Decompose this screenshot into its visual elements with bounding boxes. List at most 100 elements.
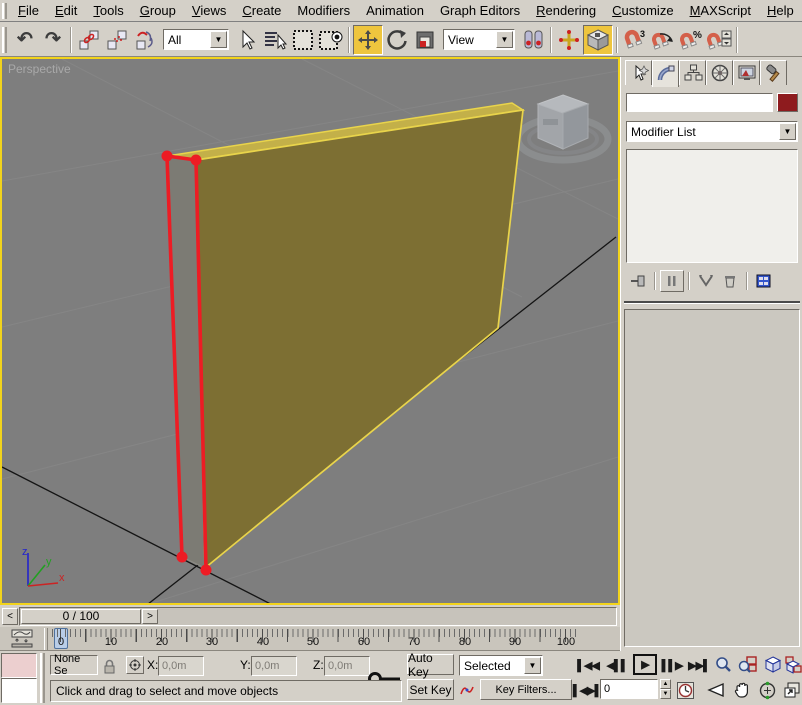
vertex-handle[interactable] — [201, 565, 212, 576]
absolute-offset-toggle[interactable] — [126, 656, 144, 674]
y-coordinate-field[interactable]: 0,0m — [251, 656, 297, 676]
make-unique-button[interactable] — [694, 270, 718, 292]
configure-modifier-sets-button[interactable] — [752, 270, 776, 292]
track-bar[interactable]: 0 10 20 30 40 50 60 70 80 90 100 — [0, 627, 620, 651]
wall-object[interactable] — [167, 103, 523, 568]
status-splitter[interactable] — [40, 653, 45, 703]
modifier-list-dropdown[interactable]: Modifier List ▼ — [626, 121, 798, 142]
rectangular-selection-region-button[interactable] — [289, 26, 317, 54]
viewcube[interactable] — [518, 95, 608, 160]
z-coordinate-field[interactable]: 0,0m — [324, 656, 370, 676]
menu-graph-editors[interactable]: Graph Editors — [432, 1, 528, 20]
set-key-button[interactable]: Set Key — [407, 679, 454, 700]
x-coordinate-field[interactable]: 0,0m — [158, 656, 204, 676]
dropdown-arrow-icon[interactable]: ▼ — [210, 31, 227, 48]
vertex-handle[interactable] — [191, 155, 202, 166]
menu-views[interactable]: Views — [184, 1, 234, 20]
menu-maxscript[interactable]: MAXScript — [682, 1, 759, 20]
tab-display[interactable] — [733, 60, 760, 85]
go-to-end-button[interactable]: ▶▶▌ — [687, 656, 711, 674]
selection-lock-toggle[interactable] — [101, 657, 117, 675]
select-and-scale-button[interactable] — [411, 26, 439, 54]
menu-rendering[interactable]: Rendering — [528, 1, 604, 20]
open-mini-curve-editor-button[interactable] — [4, 629, 40, 649]
maxscript-mini-listener[interactable] — [1, 678, 37, 703]
auto-key-button[interactable]: Auto Key — [407, 654, 454, 675]
spinner-snap-button[interactable] — [705, 26, 733, 54]
select-and-rotate-button[interactable] — [383, 26, 411, 54]
object-color-swatch[interactable] — [777, 93, 798, 112]
time-slider-track[interactable]: 0 / 100 > — [19, 607, 617, 626]
min-max-toggle-button[interactable] — [781, 680, 802, 700]
snap-toggle-3d-button[interactable]: 3 — [621, 26, 649, 54]
menu-create[interactable]: Create — [234, 1, 289, 20]
vertex-handle[interactable] — [162, 151, 173, 162]
window-crossing-toggle-button[interactable] — [317, 26, 345, 54]
select-and-move-button[interactable] — [353, 25, 383, 55]
select-and-manipulate-button[interactable] — [555, 26, 583, 54]
menu-file[interactable]: File — [10, 1, 47, 20]
remove-modifier-button[interactable] — [718, 270, 742, 292]
field-of-view-button[interactable] — [706, 680, 728, 700]
menu-tools[interactable]: Tools — [85, 1, 131, 20]
dropdown-arrow-icon[interactable]: ▼ — [496, 31, 513, 48]
select-and-link-button[interactable] — [75, 26, 103, 54]
unlink-selection-button[interactable] — [103, 26, 131, 54]
select-object-button[interactable] — [233, 26, 261, 54]
selection-filter-dropdown[interactable]: All ▼ — [163, 29, 229, 50]
go-to-start-button[interactable]: ▌◀◀ — [576, 656, 600, 674]
percent-snap-button[interactable]: % — [677, 26, 705, 54]
object-name-field[interactable] — [626, 93, 773, 112]
next-frame-button[interactable]: ▌▌▶ — [661, 656, 683, 674]
menu-grip[interactable] — [2, 3, 7, 19]
menu-customize[interactable]: Customize — [604, 1, 681, 20]
viewport-name-label[interactable]: Perspective — [8, 62, 71, 76]
time-configuration-button[interactable] — [675, 680, 695, 700]
show-end-result-button[interactable] — [660, 270, 684, 292]
zoom-extents-all-button[interactable] — [785, 655, 802, 675]
play-button[interactable]: ▶ — [633, 654, 657, 675]
vertex-handle[interactable] — [177, 552, 188, 563]
dropdown-arrow-icon[interactable]: ▼ — [524, 657, 541, 674]
menu-modifiers[interactable]: Modifiers — [289, 1, 358, 20]
menu-animation[interactable]: Animation — [358, 1, 432, 20]
menu-group[interactable]: Group — [132, 1, 184, 20]
tab-utilities[interactable] — [760, 60, 787, 85]
next-frame-arrow[interactable]: > — [142, 609, 158, 624]
tab-modify[interactable] — [652, 60, 679, 87]
use-center-flyout-button[interactable] — [519, 26, 547, 54]
default-in-out-tangents-button[interactable] — [458, 680, 476, 700]
modifier-stack-list[interactable] — [626, 149, 798, 263]
menu-help[interactable]: Help — [759, 1, 802, 20]
undo-button[interactable]: ↶ — [11, 26, 39, 54]
spinner-up-icon[interactable]: ▲ — [660, 679, 671, 689]
arc-rotate-button[interactable] — [756, 680, 778, 700]
key-mode-toggle-button[interactable]: ▌◀▶▌ — [576, 681, 598, 699]
spinner-down-icon[interactable]: ▼ — [660, 689, 671, 699]
previous-frame-button[interactable]: ◀▌▌ — [606, 656, 628, 674]
zoom-all-button[interactable] — [737, 655, 758, 675]
tab-hierarchy[interactable] — [679, 60, 706, 85]
pin-stack-button[interactable] — [626, 270, 650, 292]
redo-button[interactable]: ↷ — [39, 26, 67, 54]
time-slider-thumb[interactable]: 0 / 100 — [21, 609, 141, 624]
dropdown-arrow-icon[interactable]: ▼ — [779, 123, 796, 140]
select-by-name-button[interactable] — [261, 26, 289, 54]
key-mode-dropdown[interactable]: Selected ▼ — [459, 655, 543, 676]
tab-motion[interactable] — [706, 60, 733, 85]
angle-snap-button[interactable] — [649, 26, 677, 54]
key-filters-button[interactable]: Key Filters... — [480, 679, 572, 700]
zoom-button[interactable] — [712, 655, 733, 675]
tab-create[interactable] — [625, 60, 652, 85]
previous-frame-arrow[interactable]: < — [2, 608, 18, 625]
snaps-toggle-button[interactable] — [583, 25, 613, 55]
pan-view-button[interactable] — [731, 680, 753, 700]
perspective-viewport[interactable]: z y x Perspective — [0, 57, 620, 605]
menu-edit[interactable]: Edit — [47, 1, 85, 20]
toolbar-grip[interactable] — [2, 27, 7, 53]
zoom-extents-button[interactable] — [762, 655, 783, 675]
maxscript-mini-listener-macro[interactable] — [1, 653, 37, 678]
frame-spinner[interactable]: ▲ ▼ — [660, 679, 671, 699]
bind-to-space-warp-button[interactable] — [131, 26, 159, 54]
reference-coordinate-dropdown[interactable]: View ▼ — [443, 29, 515, 50]
